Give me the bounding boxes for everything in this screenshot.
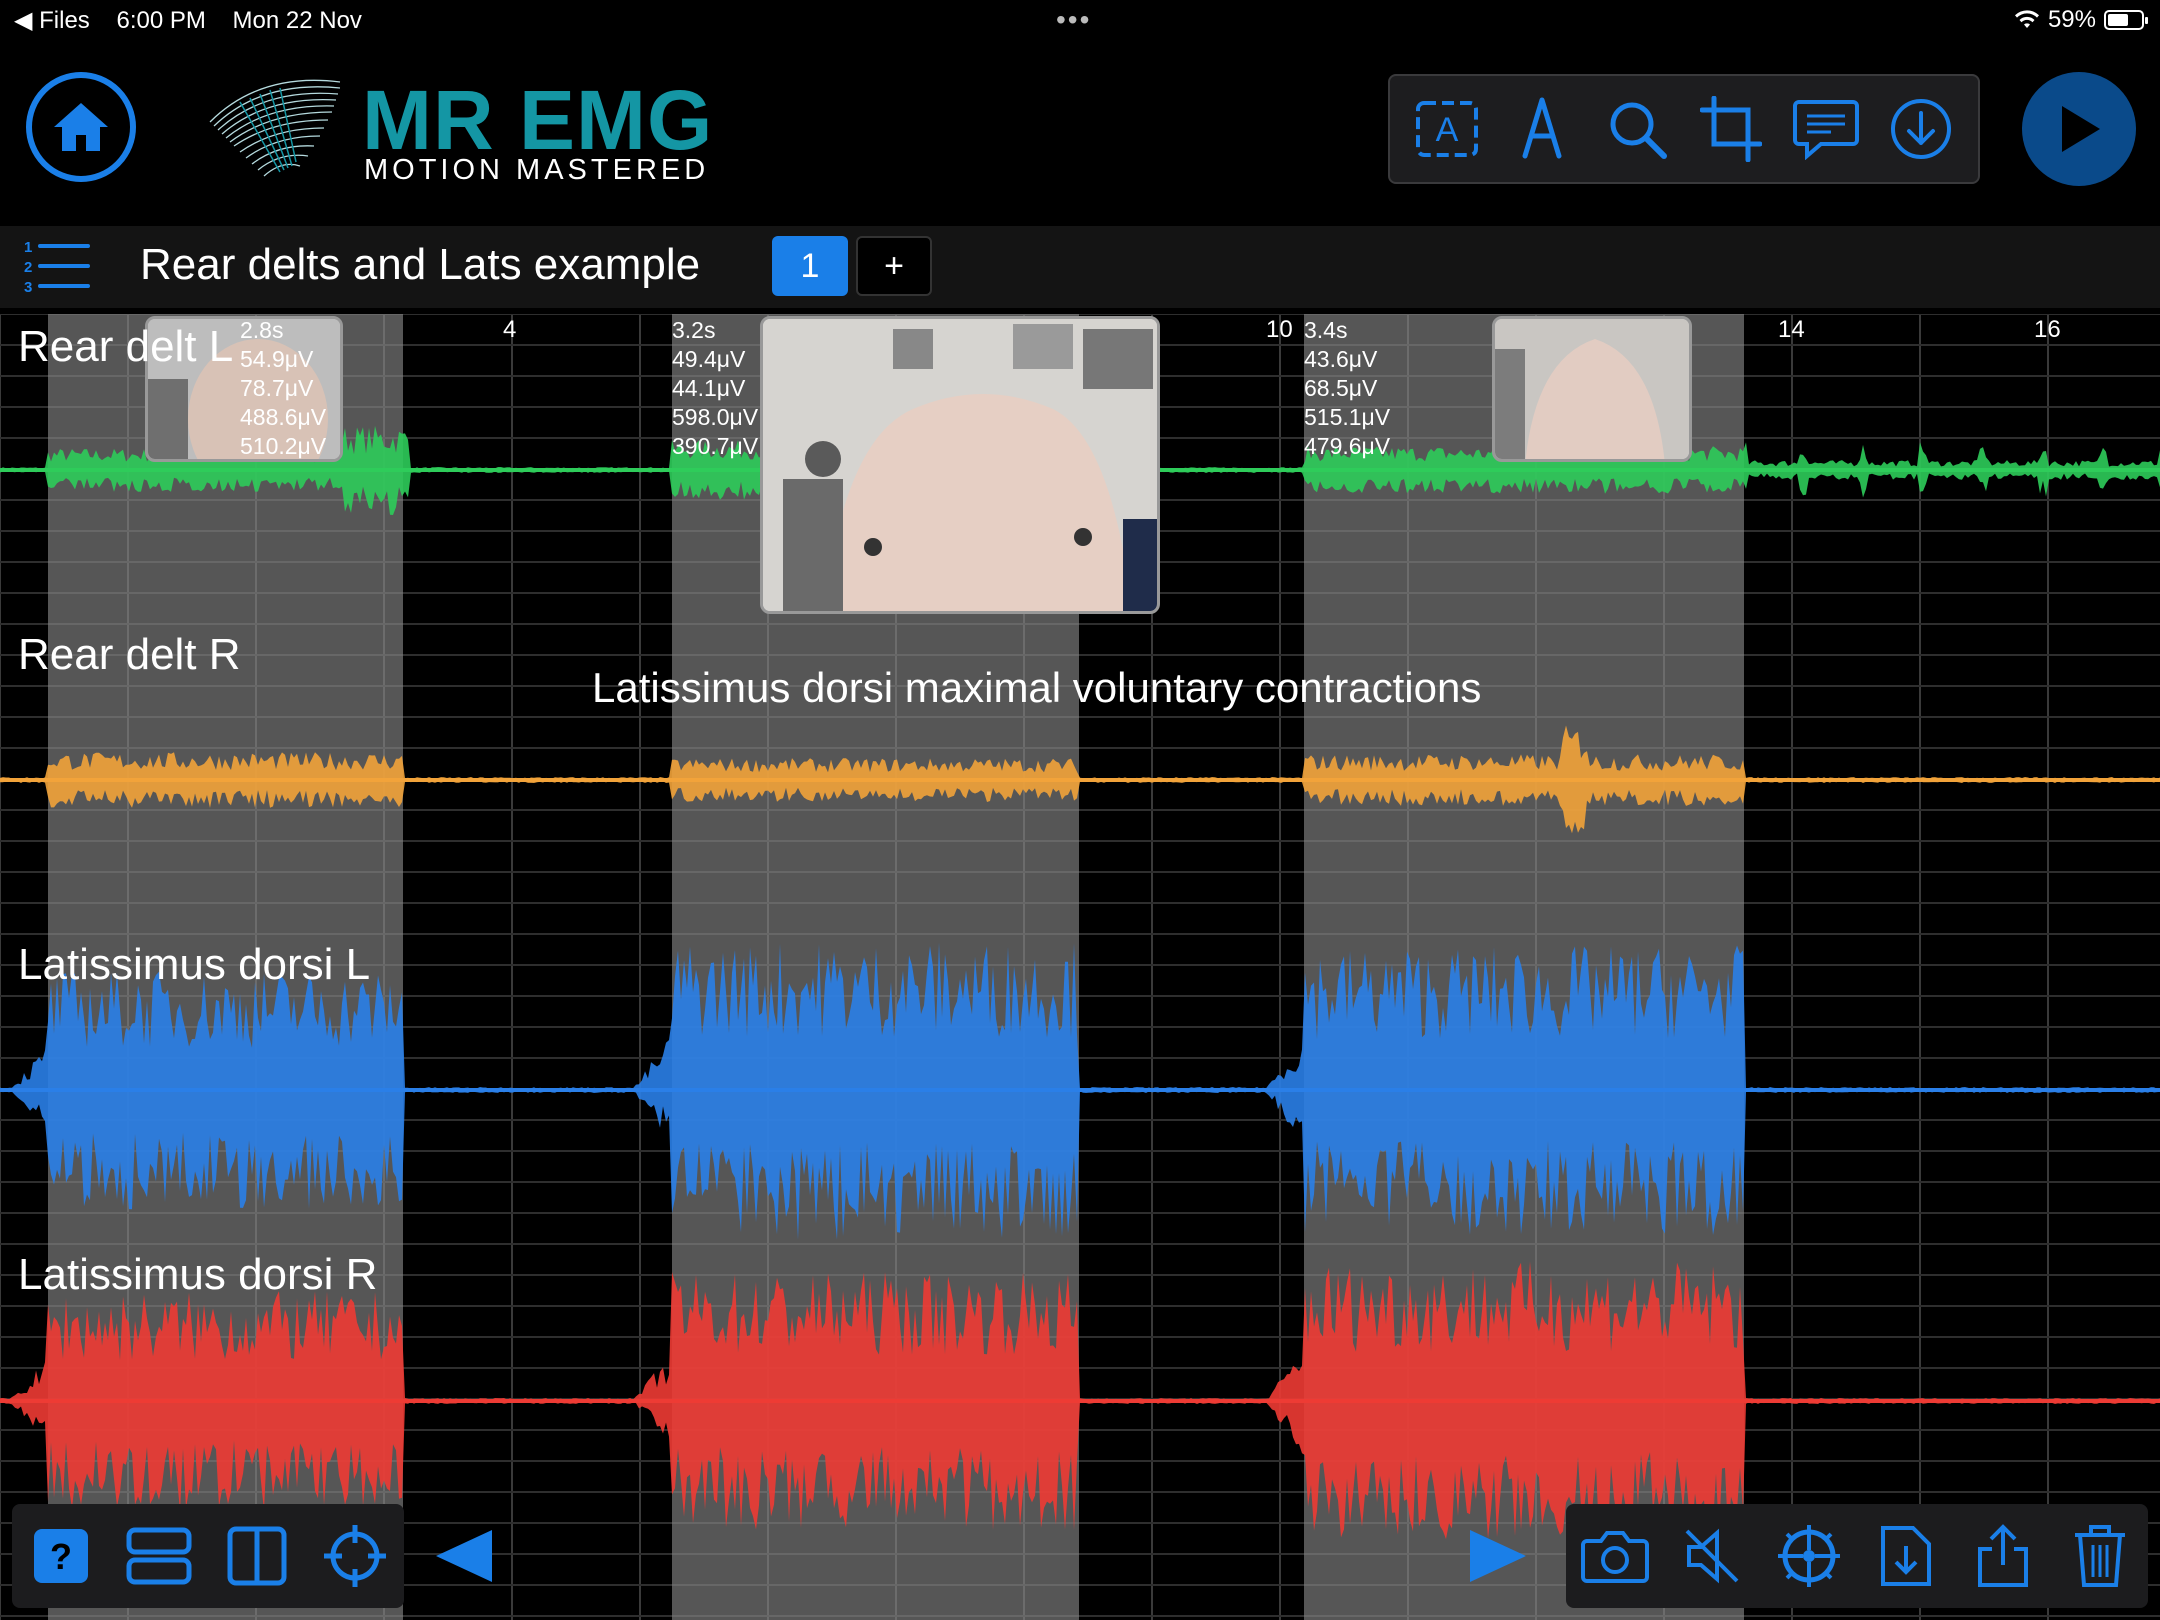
status-right: 59% bbox=[2014, 6, 2148, 34]
annotation-toolbar: A bbox=[1388, 74, 1980, 184]
video-thumbnail-large[interactable] bbox=[760, 316, 1160, 614]
video-thumbnail[interactable] bbox=[1492, 316, 1692, 462]
bottom-right-toolbar bbox=[1566, 1504, 2148, 1608]
search-icon bbox=[1610, 102, 1667, 159]
home-button[interactable] bbox=[26, 72, 136, 182]
svg-text:?: ? bbox=[50, 1536, 72, 1577]
split-layout-icon bbox=[227, 1526, 287, 1586]
comment-icon bbox=[1792, 100, 1859, 160]
help-button[interactable]: ? bbox=[26, 1521, 96, 1591]
status-bar: ◀ Files 6:00 PM Mon 22 Nov ••• 59% bbox=[0, 0, 2160, 40]
recording-title: Rear delts and Lats example bbox=[140, 240, 701, 289]
channel-label: Rear delt R bbox=[18, 630, 241, 679]
back-photo-thumbnail bbox=[763, 319, 1157, 611]
svg-text:1: 1 bbox=[24, 239, 32, 256]
logo-subtitle: MOTION MASTERED bbox=[364, 154, 710, 186]
play-button[interactable] bbox=[2022, 72, 2136, 186]
camera-button[interactable] bbox=[1580, 1521, 1650, 1591]
add-page-button[interactable]: + bbox=[856, 236, 932, 296]
bottom-left-toolbar: ? bbox=[12, 1504, 404, 1608]
crosshair-button[interactable] bbox=[320, 1521, 390, 1591]
plot-annotation[interactable]: Latissimus dorsi maximal voluntary contr… bbox=[592, 664, 1481, 712]
selection-value: 43.6μV bbox=[1304, 346, 1378, 372]
x-tick-label: 16 bbox=[2034, 316, 2061, 343]
selection-value: 479.6μV bbox=[1304, 433, 1391, 459]
trash-icon bbox=[2074, 1525, 2125, 1587]
mute-button[interactable] bbox=[1677, 1521, 1747, 1591]
x-tick-label: 14 bbox=[1778, 316, 1805, 343]
mute-icon bbox=[1685, 1528, 1738, 1584]
emg-plot[interactable]: 4 10 14 16 2.8s 54.9μV 78.7μV 488.6μV 51… bbox=[0, 314, 2160, 1620]
page-tab-1[interactable]: 1 bbox=[772, 236, 848, 296]
battery-percent: 59% bbox=[2047, 6, 2096, 33]
next-arrow-icon bbox=[1470, 1530, 1526, 1582]
previous-button[interactable] bbox=[432, 1526, 496, 1591]
settings-wheel-button[interactable] bbox=[1774, 1521, 1844, 1591]
help-icon: ? bbox=[34, 1529, 88, 1583]
selection-readout-3: 3.4s 43.6μV 68.5μV 515.1μV 479.6μV bbox=[1304, 316, 1390, 461]
selection-value: 510.2μV bbox=[240, 433, 327, 459]
stack-layout-button[interactable] bbox=[124, 1521, 194, 1591]
play-icon bbox=[2062, 106, 2100, 152]
multitask-dots[interactable]: ••• bbox=[1056, 4, 1091, 36]
file-import-icon bbox=[1880, 1526, 1931, 1586]
channel-label: Latissimus dorsi L bbox=[18, 940, 371, 989]
share-icon bbox=[1977, 1524, 2028, 1587]
pen-button[interactable] bbox=[1505, 92, 1579, 166]
selection-value: 390.7μV bbox=[672, 433, 759, 459]
x-tick-label: 10 bbox=[1266, 316, 1293, 343]
back-photo-thumbnail bbox=[1495, 319, 1689, 459]
status-date: Mon 22 Nov bbox=[232, 7, 362, 34]
selection-value: 54.9μV bbox=[240, 346, 314, 372]
svg-text:3: 3 bbox=[24, 279, 32, 294]
text-box-button[interactable]: A bbox=[1410, 92, 1484, 166]
status-time: 6:00 PM bbox=[116, 7, 206, 34]
crop-icon bbox=[1700, 96, 1763, 162]
selection-value: 515.1μV bbox=[1304, 404, 1391, 430]
battery-icon bbox=[2104, 10, 2148, 30]
app-logo: MR EMG MOTION MASTERED bbox=[200, 62, 720, 192]
svg-text:A: A bbox=[1436, 111, 1459, 149]
comment-button[interactable] bbox=[1789, 92, 1863, 166]
recordings-list-button[interactable]: 1 2 3 bbox=[22, 236, 90, 299]
x-tick-label: 4 bbox=[503, 316, 517, 343]
download-icon bbox=[1890, 99, 1951, 159]
search-button[interactable] bbox=[1600, 92, 1674, 166]
settings-wheel-icon bbox=[1777, 1525, 1840, 1587]
stack-layout-icon bbox=[126, 1527, 192, 1585]
selection-duration: 3.4s bbox=[1304, 317, 1348, 343]
numbered-list-icon: 1 2 3 bbox=[24, 239, 90, 296]
wifi-icon bbox=[2014, 10, 2039, 28]
status-left: ◀ Files 6:00 PM Mon 22 Nov bbox=[14, 6, 362, 35]
selection-value: 78.7μV bbox=[240, 375, 314, 401]
pen-icon bbox=[1522, 97, 1562, 159]
download-button[interactable] bbox=[1884, 92, 1958, 166]
back-to-files-link[interactable]: ◀ Files bbox=[14, 7, 90, 34]
file-import-button[interactable] bbox=[1871, 1521, 1941, 1591]
share-button[interactable] bbox=[1968, 1521, 2038, 1591]
crosshair-icon bbox=[324, 1525, 386, 1587]
channel-label: Rear delt L bbox=[18, 322, 234, 371]
trash-button[interactable] bbox=[2065, 1521, 2135, 1591]
channel-label: Latissimus dorsi R bbox=[18, 1250, 378, 1299]
selection-value: 68.5μV bbox=[1304, 375, 1378, 401]
logo-mark-icon bbox=[209, 79, 341, 177]
previous-arrow-icon bbox=[436, 1530, 492, 1582]
home-icon bbox=[54, 103, 108, 151]
next-button[interactable] bbox=[1466, 1526, 1530, 1591]
split-layout-button[interactable] bbox=[222, 1521, 292, 1591]
selection-readout-2: 3.2s 49.4μV 44.1μV 598.0μV 390.7μV bbox=[672, 316, 758, 461]
selection-value: 49.4μV bbox=[672, 346, 746, 372]
selection-value: 488.6μV bbox=[240, 404, 327, 430]
crop-button[interactable] bbox=[1694, 92, 1768, 166]
camera-icon bbox=[1580, 1531, 1649, 1583]
selection-value: 598.0μV bbox=[672, 404, 759, 430]
selection-readout-1: 2.8s 54.9μV 78.7μV 488.6μV 510.2μV bbox=[240, 316, 326, 461]
selection-duration: 3.2s bbox=[672, 317, 716, 343]
selection-duration: 2.8s bbox=[240, 317, 284, 343]
svg-text:2: 2 bbox=[24, 259, 32, 276]
text-box-icon: A bbox=[1416, 101, 1479, 157]
selection-value: 44.1μV bbox=[672, 375, 746, 401]
